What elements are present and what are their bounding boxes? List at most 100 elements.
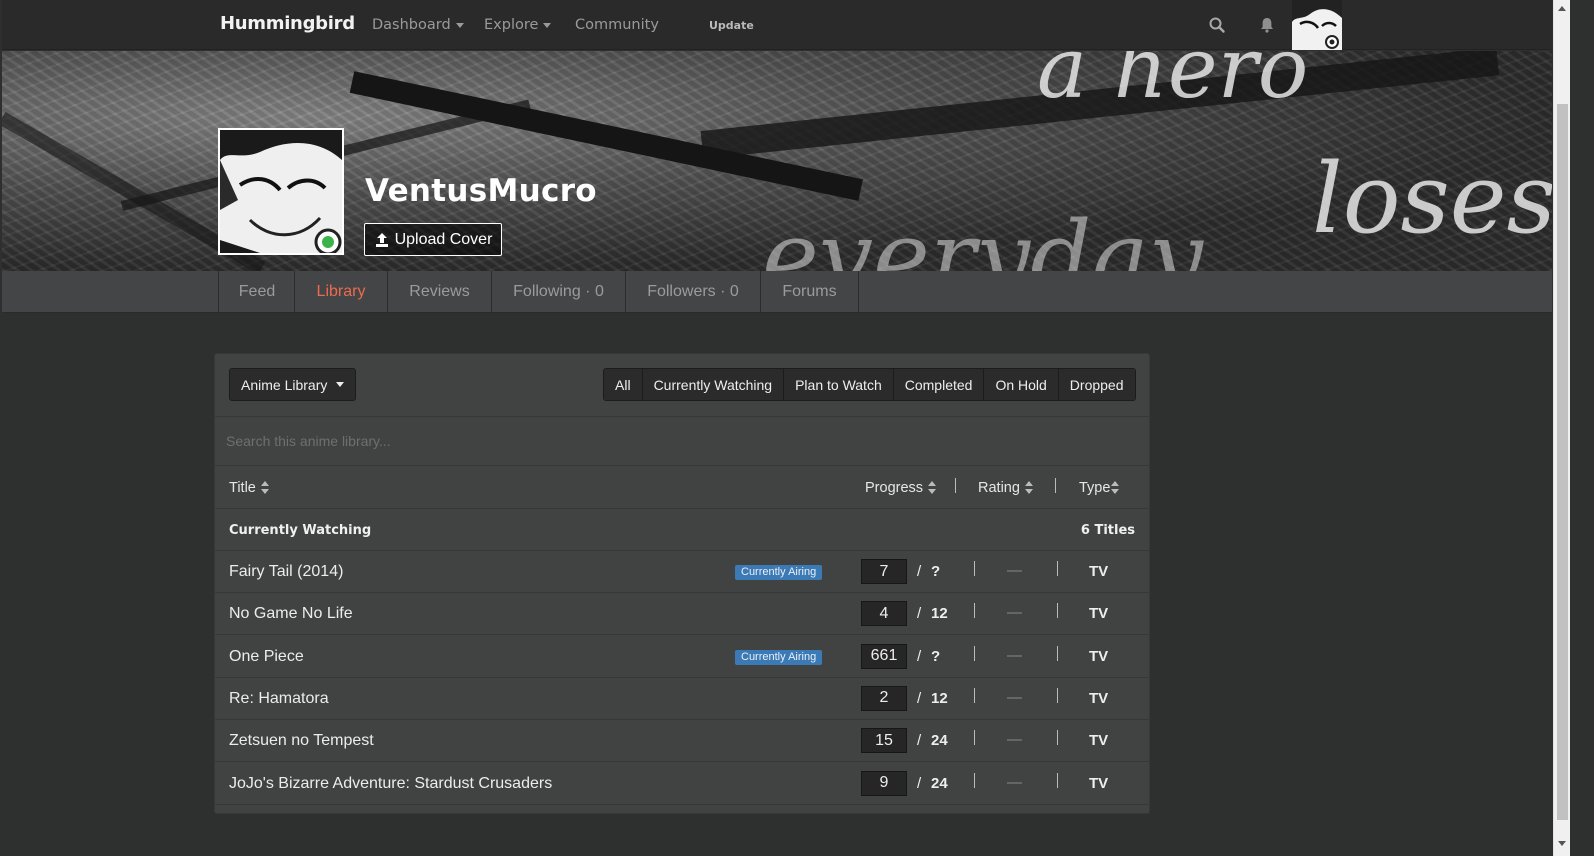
progress-input[interactable]: 661 [861, 643, 907, 669]
progress-separator: / [917, 605, 922, 623]
filter-on-hold[interactable]: On Hold [983, 369, 1058, 400]
scroll-up-arrow-icon[interactable] [1558, 6, 1566, 11]
episode-total: 24 [931, 774, 948, 792]
column-divider [974, 772, 975, 788]
top-navbar: Hummingbird Dashboard Explore Community … [2, 0, 1552, 50]
column-divider [974, 603, 975, 619]
anime-title[interactable]: Fairy Tail (2014) [229, 563, 343, 581]
scrollbar-thumb[interactable] [1557, 104, 1568, 820]
library-row[interactable]: Zetsuen no Tempest 15 / 24 — TV [215, 720, 1149, 763]
progress-input[interactable]: 9 [861, 770, 907, 796]
column-divider [1055, 478, 1056, 493]
episode-total: 12 [931, 689, 948, 707]
library-row[interactable]: Re: Hamatora 2 / 12 — TV [215, 678, 1149, 720]
nav-community[interactable]: Community [575, 17, 659, 33]
progress-input[interactable]: 4 [861, 601, 907, 627]
anime-title[interactable]: One Piece [229, 648, 304, 666]
library-row[interactable]: No Game No Life 4 / 12 — TV [215, 593, 1149, 636]
cover-text-loses: loses [1312, 143, 1552, 255]
anime-title[interactable]: No Game No Life [229, 605, 353, 623]
column-divider [1057, 687, 1058, 703]
anime-type: TV [1089, 563, 1109, 580]
airing-badge: Currently Airing [735, 565, 823, 580]
chevron-down-icon [455, 22, 464, 28]
anime-type: TV [1089, 605, 1109, 623]
column-type[interactable]: Type [1079, 480, 1120, 496]
nav-explore[interactable]: Explore [484, 17, 552, 33]
status-filter-group: All Currently Watching Plan to Watch Com… [603, 368, 1136, 401]
column-progress-label: Progress [865, 480, 924, 496]
library-row[interactable]: JoJo's Bizarre Adventure: Stardust Crusa… [215, 763, 1149, 805]
column-divider [974, 687, 975, 703]
episode-total: 24 [931, 732, 948, 750]
user-avatar[interactable] [1292, 0, 1342, 50]
rating-value[interactable]: — [1007, 689, 1022, 706]
page-scrollbar[interactable] [1553, 0, 1570, 856]
cover-text-hero: a hero [1037, 51, 1309, 117]
anime-type: TV [1089, 647, 1109, 665]
bell-icon[interactable] [1258, 16, 1276, 34]
upload-icon [375, 232, 388, 247]
library-row[interactable]: One Piece Currently Airing 661 /? — TV [215, 636, 1149, 678]
column-divider [974, 561, 975, 576]
tab-followers[interactable]: Followers · 0 [625, 271, 760, 313]
tab-feed[interactable]: Feed [218, 271, 295, 313]
library-type-dropdown[interactable]: Anime Library [229, 368, 356, 401]
column-divider [1057, 730, 1058, 746]
upload-cover-label: Upload Cover [394, 230, 493, 248]
episode-total: 12 [931, 605, 948, 623]
anime-type: TV [1089, 689, 1109, 707]
nav-explore-label: Explore [484, 17, 539, 33]
filter-all[interactable]: All [604, 369, 642, 400]
tab-library[interactable]: Library [294, 271, 387, 313]
scroll-down-arrow-icon[interactable] [1558, 841, 1566, 846]
filter-plan-to-watch[interactable]: Plan to Watch [783, 369, 893, 400]
column-title[interactable]: Title [229, 480, 269, 496]
anime-title[interactable]: Re: Hamatora [229, 690, 329, 708]
anime-title[interactable]: Zetsuen no Tempest [229, 732, 374, 750]
tab-reviews[interactable]: Reviews [387, 271, 491, 313]
filter-dropped[interactable]: Dropped [1057, 369, 1135, 400]
chevron-down-icon [543, 22, 552, 28]
rating-value[interactable]: — [1007, 774, 1022, 791]
rating-value[interactable]: — [1007, 604, 1022, 621]
anime-title[interactable]: JoJo's Bizarre Adventure: Stardust Crusa… [229, 775, 552, 793]
column-divider [955, 478, 956, 493]
upload-cover-button[interactable]: Upload Cover [364, 223, 502, 256]
library-search-row [215, 416, 1149, 466]
episode-total: ? [931, 563, 941, 580]
tab-forums[interactable]: Forums [760, 271, 858, 313]
column-divider [1057, 561, 1058, 576]
profile-username: VentusMucro [365, 173, 597, 209]
sort-icon [260, 481, 269, 495]
anime-type: TV [1089, 732, 1109, 750]
rating-value[interactable]: — [1007, 647, 1022, 664]
progress-separator: / [917, 647, 922, 665]
progress-input[interactable]: 15 [861, 728, 907, 754]
anime-type: TV [1089, 774, 1109, 792]
search-icon[interactable] [1208, 16, 1226, 34]
nav-dashboard-label: Dashboard [372, 17, 451, 33]
filter-currently-watching[interactable]: Currently Watching [641, 369, 784, 400]
rating-value[interactable]: — [1007, 562, 1022, 579]
profile-tabs: Feed Library Reviews Following · 0 Follo… [2, 271, 1552, 313]
progress-input[interactable]: 2 [861, 685, 907, 711]
rating-value[interactable]: — [1007, 731, 1022, 748]
brand-logo[interactable]: Hummingbird [220, 13, 355, 34]
tab-following[interactable]: Following · 0 [491, 271, 625, 313]
column-rating[interactable]: Rating [978, 480, 1033, 496]
column-type-label: Type [1079, 480, 1111, 496]
progress-input[interactable]: 7 [861, 559, 907, 584]
cover-text-everyday: everyday [762, 201, 1203, 271]
library-panel: Anime Library All Currently Watching Pla… [214, 353, 1150, 814]
profile-avatar[interactable] [218, 128, 344, 255]
nav-update[interactable]: Update [709, 19, 754, 32]
library-type-label: Anime Library [241, 376, 328, 393]
filter-completed[interactable]: Completed [892, 369, 984, 400]
library-search-input[interactable] [215, 417, 1149, 465]
library-row[interactable]: Fairy Tail (2014) Currently Airing 7 /? — TV [215, 551, 1149, 593]
column-divider [1057, 603, 1058, 619]
column-progress[interactable]: Progress [865, 480, 937, 496]
column-divider [1057, 772, 1058, 788]
nav-dashboard[interactable]: Dashboard [372, 17, 464, 33]
